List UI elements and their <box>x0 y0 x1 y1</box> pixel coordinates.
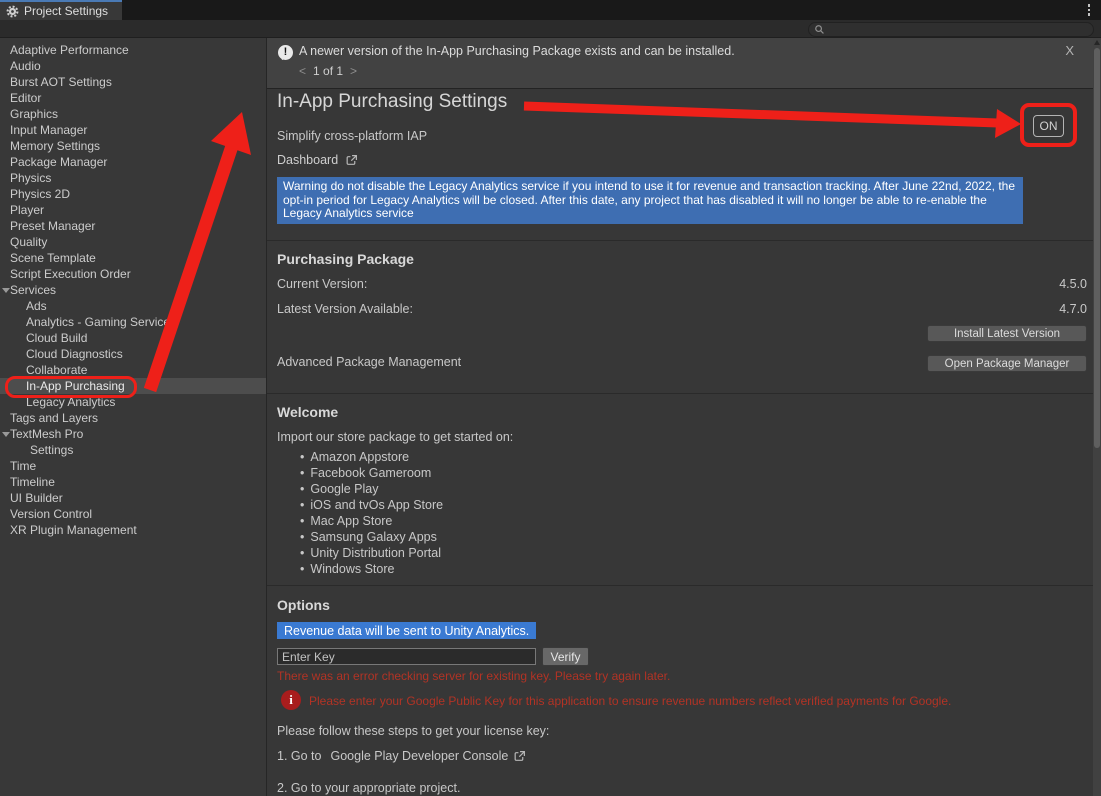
verify-button[interactable]: Verify <box>542 647 589 666</box>
list-item: Facebook Gameroom <box>300 465 443 481</box>
sidebar-item-quality[interactable]: Quality <box>0 234 266 250</box>
step1-prefix: 1. Go to <box>277 749 321 763</box>
search-box[interactable] <box>808 22 1094 37</box>
section-divider <box>267 240 1093 241</box>
revenue-analytics-note: Revenue data will be sent to Unity Analy… <box>277 622 536 639</box>
license-steps-intro: Please follow these steps to get your li… <box>277 724 549 738</box>
google-key-input[interactable] <box>277 648 536 665</box>
list-item: Google Play <box>300 481 443 497</box>
notification-pager: < 1 of 1 > <box>299 64 357 78</box>
external-link-icon <box>513 750 526 763</box>
key-check-error-text: There was an error checking server for e… <box>277 669 670 683</box>
advanced-package-management-label: Advanced Package Management <box>277 355 461 369</box>
section-divider <box>267 393 1093 394</box>
pager-next-button[interactable]: > <box>350 64 357 78</box>
options-heading: Options <box>277 597 330 613</box>
list-item: Mac App Store <box>300 513 443 529</box>
error-info-icon: i <box>281 690 301 710</box>
license-step-1: 1. Go to Google Play Developer Console <box>277 749 526 763</box>
install-latest-version-button[interactable]: Install Latest Version <box>927 325 1087 342</box>
service-on-toggle[interactable]: ON <box>1033 115 1064 137</box>
page-title: In-App Purchasing Settings <box>277 91 507 113</box>
sidebar-item-player[interactable]: Player <box>0 202 266 218</box>
gear-icon <box>6 5 19 18</box>
external-link-icon <box>345 154 358 167</box>
sidebar-item-textmesh-pro[interactable]: TextMesh Pro <box>0 426 266 442</box>
list-item: iOS and tvOs App Store <box>300 497 443 513</box>
sidebar-item-tags-and-layers[interactable]: Tags and Layers <box>0 410 266 426</box>
dashboard-link[interactable]: Dashboard <box>277 153 358 167</box>
sidebar-item-ads[interactable]: Ads <box>0 298 266 314</box>
current-version-label: Current Version: <box>277 277 367 291</box>
pager-label: 1 of 1 <box>313 64 343 78</box>
list-item: Samsung Galaxy Apps <box>300 529 443 545</box>
tab-strip: Project Settings <box>0 0 1101 20</box>
sidebar-item-adaptive-performance[interactable]: Adaptive Performance <box>0 42 266 58</box>
sidebar-item-graphics[interactable]: Graphics <box>0 106 266 122</box>
sidebar-item-analytics-gaming-services[interactable]: Analytics - Gaming Services <box>0 314 266 330</box>
sidebar-item-package-manager[interactable]: Package Manager <box>0 154 266 170</box>
sidebar-item-burst-aot-settings[interactable]: Burst AOT Settings <box>0 74 266 90</box>
sidebar-item-services[interactable]: Services <box>0 282 266 298</box>
tab-label: Project Settings <box>24 4 108 18</box>
legacy-analytics-warning: Warning do not disable the Legacy Analyt… <box>277 177 1023 224</box>
sidebar-item-cloud-diagnostics[interactable]: Cloud Diagnostics <box>0 346 266 362</box>
notification-message: A newer version of the In-App Purchasing… <box>299 44 735 58</box>
section-divider <box>267 585 1093 586</box>
sidebar-item-time[interactable]: Time <box>0 458 266 474</box>
license-step-2: 2. Go to your appropriate project. <box>277 781 460 795</box>
kebab-menu-icon[interactable] <box>1085 3 1093 17</box>
sidebar-item-textmesh-settings[interactable]: Settings <box>0 442 266 458</box>
foldout-open-icon[interactable] <box>2 288 10 293</box>
sidebar-item-input-manager[interactable]: Input Manager <box>0 122 266 138</box>
sidebar-item-physics[interactable]: Physics <box>0 170 266 186</box>
sidebar-item-editor[interactable]: Editor <box>0 90 266 106</box>
foldout-open-icon[interactable] <box>2 432 10 437</box>
list-item: Windows Store <box>300 561 443 577</box>
welcome-heading: Welcome <box>277 404 338 420</box>
list-item: Amazon Appstore <box>300 449 443 465</box>
welcome-intro: Import our store package to get started … <box>277 430 513 444</box>
sidebar-item-script-execution-order[interactable]: Script Execution Order <box>0 266 266 282</box>
search-icon <box>814 24 825 35</box>
latest-version-value: 4.7.0 <box>1059 302 1087 316</box>
sidebar-item-cloud-build[interactable]: Cloud Build <box>0 330 266 346</box>
sidebar-item-collaborate[interactable]: Collaborate <box>0 362 266 378</box>
sidebar-item-audio[interactable]: Audio <box>0 58 266 74</box>
package-update-notification: ! A newer version of the In-App Purchasi… <box>267 38 1093 89</box>
google-public-key-warning: Please enter your Google Public Key for … <box>309 694 1079 708</box>
store-list: Amazon Appstore Facebook Gameroom Google… <box>300 449 443 577</box>
sidebar-item-label: Services <box>10 283 56 297</box>
vertical-scrollbar[interactable] <box>1093 38 1101 796</box>
list-item: Unity Distribution Portal <box>300 545 443 561</box>
service-tagline: Simplify cross-platform IAP <box>277 129 427 143</box>
sidebar-item-memory-settings[interactable]: Memory Settings <box>0 138 266 154</box>
dashboard-link-label: Dashboard <box>277 153 338 167</box>
sidebar-item-legacy-analytics[interactable]: Legacy Analytics <box>0 394 266 410</box>
close-icon[interactable]: X <box>1065 43 1074 58</box>
sidebar-item-in-app-purchasing[interactable]: In-App Purchasing <box>0 378 266 394</box>
sidebar-item-xr-plugin-management[interactable]: XR Plugin Management <box>0 522 266 538</box>
sidebar-item-ui-builder[interactable]: UI Builder <box>0 490 266 506</box>
latest-version-label: Latest Version Available: <box>277 302 413 316</box>
purchasing-package-heading: Purchasing Package <box>277 251 414 267</box>
in-app-purchasing-panel: ! A newer version of the In-App Purchasi… <box>267 38 1101 796</box>
sidebar-item-timeline[interactable]: Timeline <box>0 474 266 490</box>
pager-prev-button[interactable]: < <box>299 64 306 78</box>
scroll-up-icon[interactable] <box>1094 40 1100 45</box>
current-version-value: 4.5.0 <box>1059 277 1087 291</box>
search-input[interactable] <box>825 24 1075 36</box>
google-play-console-link[interactable]: Google Play Developer Console <box>330 749 508 763</box>
sidebar-item-label: TextMesh Pro <box>10 427 83 441</box>
settings-sidebar: Adaptive Performance Audio Burst AOT Set… <box>0 38 267 796</box>
sidebar-item-preset-manager[interactable]: Preset Manager <box>0 218 266 234</box>
alert-bubble-icon: ! <box>278 45 293 60</box>
sidebar-item-version-control[interactable]: Version Control <box>0 506 266 522</box>
open-package-manager-button[interactable]: Open Package Manager <box>927 355 1087 372</box>
sidebar-item-scene-template[interactable]: Scene Template <box>0 250 266 266</box>
toolbar <box>0 20 1101 38</box>
sidebar-item-physics-2d[interactable]: Physics 2D <box>0 186 266 202</box>
tab-project-settings[interactable]: Project Settings <box>0 0 122 20</box>
scrollbar-thumb[interactable] <box>1094 48 1100 448</box>
